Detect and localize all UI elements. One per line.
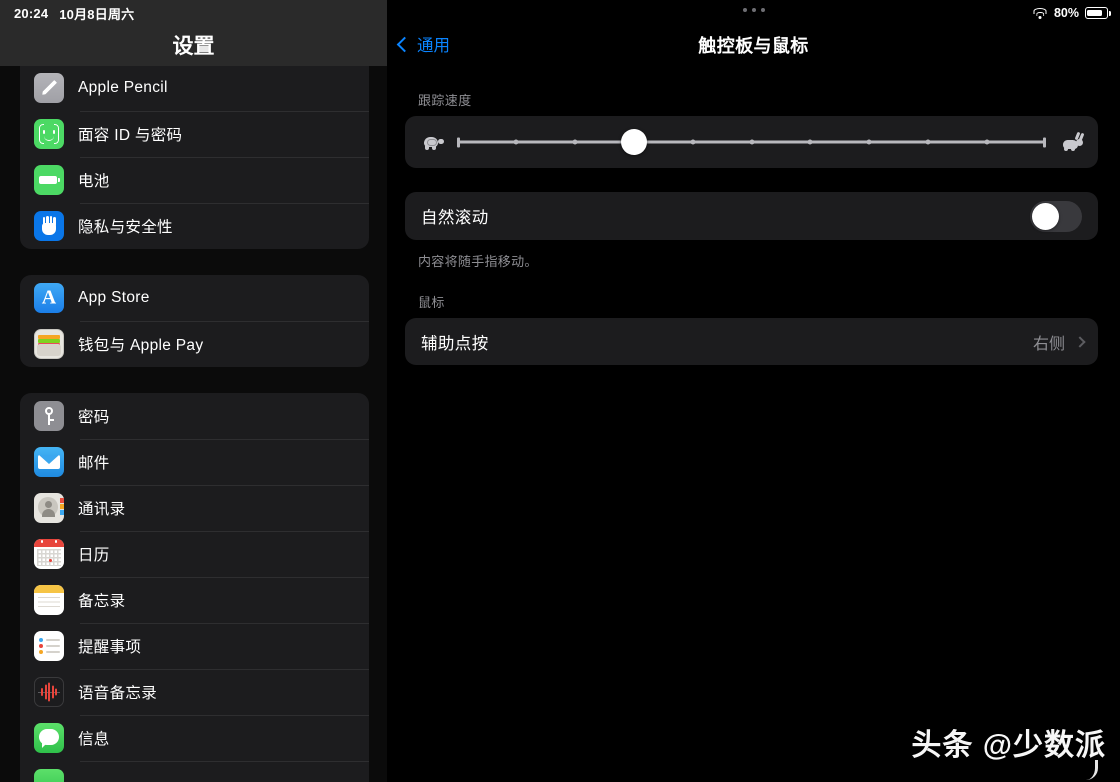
natural-scrolling-row: 自然滚动 bbox=[405, 192, 1098, 240]
wallet-icon bbox=[34, 329, 64, 359]
sidebar-item-contacts[interactable]: 通讯录 bbox=[20, 485, 369, 531]
sidebar-item-messages[interactable]: 信息 bbox=[20, 715, 369, 761]
passwords-key-icon bbox=[34, 401, 64, 431]
page-title: 触控板与鼠标 bbox=[698, 36, 809, 56]
notes-icon bbox=[34, 585, 64, 615]
slider-thumb[interactable] bbox=[620, 129, 647, 155]
secondary-click-value-group: 右侧 bbox=[1032, 330, 1086, 354]
sidebar-item-passwords[interactable]: 密码 bbox=[20, 393, 369, 439]
chevron-right-icon bbox=[1074, 335, 1086, 348]
app-store-icon bbox=[34, 283, 64, 313]
settings-sidebar: 20:24 10月8日周六 设置 Apple Pencil 面容 ID 与密码 bbox=[0, 0, 387, 782]
sidebar-item-wallet[interactable]: 钱包与 Apple Pay bbox=[20, 321, 369, 367]
secondary-click-row[interactable]: 辅助点按 右侧 bbox=[405, 318, 1098, 365]
privacy-hand-icon bbox=[34, 211, 64, 241]
sidebar-item-label: 提醒事项 bbox=[78, 639, 142, 656]
status-bar: 20:24 10月8日周六 bbox=[0, 0, 387, 26]
sidebar-title: 设置 bbox=[172, 35, 215, 58]
natural-scrolling-toggle[interactable] bbox=[1030, 200, 1082, 232]
sidebar-item-label: 备忘录 bbox=[78, 593, 126, 610]
detail-navbar: 通用 触控板与鼠标 bbox=[387, 0, 1120, 68]
sidebar-item-mail[interactable]: 邮件 bbox=[20, 439, 369, 485]
natural-scrolling-footnote: 内容将随手指移动。 bbox=[418, 254, 538, 269]
sidebar-item-label: 密码 bbox=[78, 409, 110, 426]
sidebar-group-system: Apple Pencil 面容 ID 与密码 电池 隐私与安全性 bbox=[20, 65, 369, 249]
mail-icon bbox=[34, 447, 64, 477]
sidebar-item-apple-pencil[interactable]: Apple Pencil bbox=[20, 65, 369, 111]
status-date: 10月8日周六 bbox=[59, 6, 135, 22]
sidebar-item-label: 日历 bbox=[78, 547, 110, 564]
watermark: 头条 @少数派 bbox=[911, 729, 1106, 762]
battery-settings-icon bbox=[34, 165, 64, 195]
sidebar-item-privacy[interactable]: 隐私与安全性 bbox=[20, 203, 369, 249]
sidebar-item-label: App Store bbox=[78, 289, 150, 306]
sidebar-group-apps: 密码 邮件 通讯录 日历 备忘录 提醒事项 语音备忘录 信息 bbox=[20, 393, 369, 782]
natural-scrolling-card: 自然滚动 bbox=[405, 192, 1098, 240]
toggle-knob bbox=[1032, 202, 1059, 230]
calendar-icon bbox=[34, 539, 64, 569]
sidebar-item-reminders[interactable]: 提醒事项 bbox=[20, 623, 369, 669]
sidebar-item-notes[interactable]: 备忘录 bbox=[20, 577, 369, 623]
sidebar-item-label: 隐私与安全性 bbox=[78, 219, 173, 236]
sidebar-item-label: 电池 bbox=[78, 173, 110, 190]
app-icon bbox=[34, 769, 64, 782]
sidebar-item-battery[interactable]: 电池 bbox=[20, 157, 369, 203]
rabbit-icon bbox=[1058, 131, 1084, 153]
watermark-flourish bbox=[1084, 760, 1098, 780]
apple-pencil-icon bbox=[34, 73, 64, 103]
reminders-icon bbox=[34, 631, 64, 661]
face-id-icon bbox=[34, 119, 64, 149]
turtle-icon bbox=[419, 131, 445, 153]
mouse-section-label: 鼠标 bbox=[418, 295, 445, 310]
sidebar-scroll-area[interactable]: Apple Pencil 面容 ID 与密码 电池 隐私与安全性 A App S… bbox=[0, 0, 387, 782]
secondary-click-value: 右侧 bbox=[1032, 335, 1065, 353]
mouse-card: 辅助点按 右侧 bbox=[405, 318, 1098, 365]
sidebar-item-app-store[interactable]: App Store bbox=[20, 275, 369, 321]
ipad-settings-screen: 20:24 10月8日周六 设置 Apple Pencil 面容 ID 与密码 bbox=[0, 0, 1120, 782]
contacts-icon bbox=[34, 493, 64, 523]
status-time: 20:24 bbox=[14, 5, 49, 21]
sidebar-item-label: 面容 ID 与密码 bbox=[78, 127, 183, 144]
tracking-speed-slider[interactable] bbox=[457, 127, 1046, 157]
sidebar-item-label: 语音备忘录 bbox=[78, 685, 158, 702]
sidebar-item-partial[interactable] bbox=[20, 761, 369, 782]
sidebar-item-face-id[interactable]: 面容 ID 与密码 bbox=[20, 111, 369, 157]
sidebar-item-label: 通讯录 bbox=[78, 501, 126, 518]
tracking-speed-card bbox=[405, 116, 1098, 168]
sidebar-item-calendar[interactable]: 日历 bbox=[20, 531, 369, 577]
sidebar-group-store: App Store 钱包与 Apple Pay bbox=[20, 275, 369, 367]
sidebar-item-label: 信息 bbox=[78, 731, 110, 748]
tracking-speed-row bbox=[405, 116, 1098, 168]
messages-icon bbox=[34, 723, 64, 753]
tracking-speed-section-label: 跟踪速度 bbox=[418, 93, 472, 108]
sidebar-item-label: Apple Pencil bbox=[78, 79, 168, 96]
voice-memos-icon bbox=[34, 677, 64, 707]
secondary-click-label: 辅助点按 bbox=[421, 334, 489, 353]
natural-scrolling-label: 自然滚动 bbox=[421, 209, 489, 227]
detail-pane: 80% 通用 触控板与鼠标 跟踪速度 自然滚动 内容将随手指移动。 鼠标 辅助点… bbox=[387, 0, 1120, 782]
sidebar-item-voice-memos[interactable]: 语音备忘录 bbox=[20, 669, 369, 715]
sidebar-item-label: 邮件 bbox=[78, 455, 110, 472]
sidebar-item-label: 钱包与 Apple Pay bbox=[78, 337, 204, 354]
